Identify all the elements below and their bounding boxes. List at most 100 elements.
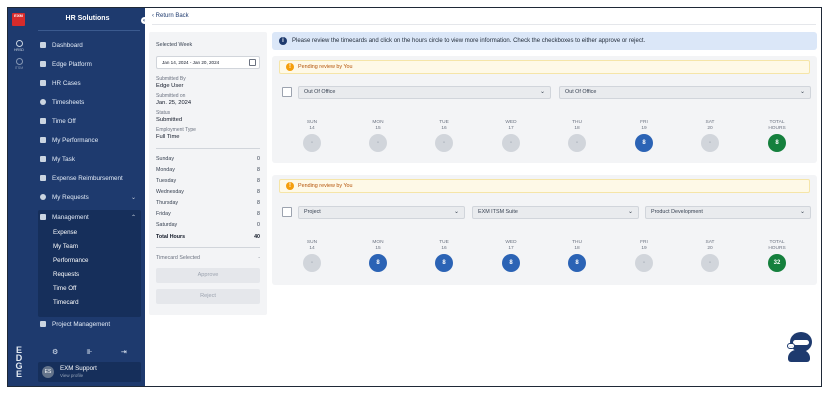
timecard-row-project: ! Pending review by You Project ⌄ EXM ITS… xyxy=(272,175,817,285)
sidebar-item-expense-reimbursement[interactable]: Expense Reimbursement xyxy=(40,172,140,184)
submenu-my-team[interactable]: My Team xyxy=(53,243,78,250)
day-cell-sun: SUN 14 - xyxy=(292,120,332,152)
return-back-link[interactable]: ‹ Return Back xyxy=(152,13,189,19)
hours-circle[interactable]: 8 xyxy=(635,134,653,152)
rail-item-hrsd[interactable]: HRSD xyxy=(8,40,30,52)
day-row-sunday: Sunday 0 xyxy=(156,156,260,162)
day-cell-sat: SAT 20 - xyxy=(690,120,730,152)
chatbot-assistant-icon[interactable]: … xyxy=(787,332,813,364)
hours-circle[interactable]: - xyxy=(635,254,653,272)
day-cell-tue: TUE 16 8 xyxy=(424,240,464,272)
app-rail: EXM HRSD ITSM EDGE xyxy=(8,8,30,386)
view-profile-link[interactable]: View profile xyxy=(60,373,83,378)
pending-review-banner: ! Pending review by You xyxy=(279,60,810,74)
document-icon xyxy=(40,61,46,67)
hrsd-icon xyxy=(15,40,23,47)
receipt-icon xyxy=(40,175,46,181)
reject-button[interactable]: Reject xyxy=(156,289,260,304)
submenu-expense[interactable]: Expense xyxy=(53,229,77,236)
exm-logo: EXM xyxy=(12,13,25,26)
chevron-down-icon: ⌄ xyxy=(130,194,136,201)
day-row-thursday: Thursday 8 xyxy=(156,200,260,206)
sidebar-item-time-off[interactable]: Time Off xyxy=(40,115,140,127)
chevron-down-icon: ⌄ xyxy=(799,89,805,95)
hours-circle[interactable]: 8 xyxy=(568,254,586,272)
task-select[interactable]: Product Development ⌄ xyxy=(645,206,811,219)
approve-button[interactable]: Approve xyxy=(156,268,260,283)
total-hours-circle[interactable]: 8 xyxy=(768,134,786,152)
warning-icon: ! xyxy=(286,63,294,71)
total-hours-circle[interactable]: 32 xyxy=(768,254,786,272)
week-picker[interactable]: Jan 14, 2024 - Jan 20, 2024 xyxy=(156,56,260,69)
total-hours-cell: TOTAL HOURS 32 xyxy=(757,240,797,272)
user-profile[interactable]: ES EXM Support View profile xyxy=(38,362,141,382)
row-checkbox[interactable] xyxy=(282,87,292,97)
day-cell-fri: FRI 19 8 xyxy=(624,120,664,152)
logout-icon[interactable]: ⇥ xyxy=(111,348,136,356)
status-label: Status xyxy=(156,110,171,116)
chevron-down-icon: ⌄ xyxy=(539,89,545,95)
day-cell-wed: WED 17 8 xyxy=(491,240,531,272)
hours-circle[interactable]: - xyxy=(701,254,719,272)
sidebar-divider xyxy=(38,30,140,31)
hours-circle[interactable]: - xyxy=(701,134,719,152)
day-cell-mon: MON 15 8 xyxy=(358,240,398,272)
submenu-time-off[interactable]: Time Off xyxy=(53,285,76,292)
type-select[interactable]: Out Of Office ⌄ xyxy=(559,86,811,99)
row-checkbox[interactable] xyxy=(282,207,292,217)
divider xyxy=(156,148,260,149)
category-select[interactable]: Out Of Office ⌄ xyxy=(298,86,551,99)
day-cell-sat: SAT 20 - xyxy=(690,240,730,272)
org-chart-icon[interactable]: ⊪ xyxy=(77,348,102,356)
timecard-selected-row: Timecard Selected - xyxy=(156,255,260,261)
submenu-performance[interactable]: Performance xyxy=(53,257,88,264)
settings-gear-icon[interactable]: ⚙ xyxy=(43,348,68,356)
sidebar-item-timesheets[interactable]: Timesheets xyxy=(40,96,140,108)
day-cell-mon: MON 15 - xyxy=(358,120,398,152)
hours-circle[interactable]: - xyxy=(568,134,586,152)
hours-circle[interactable]: - xyxy=(369,134,387,152)
sidebar-item-hr-cases[interactable]: HR Cases xyxy=(40,77,140,89)
header-divider xyxy=(152,24,816,25)
edge-brand-logo: EDGE xyxy=(15,345,23,379)
day-cell-sun: SUN 14 - xyxy=(292,240,332,272)
main-content: ‹ Return Back Selected Week Jan 14, 2024… xyxy=(145,8,821,386)
chevron-down-icon: ⌄ xyxy=(453,209,459,215)
day-row-monday: Monday 8 xyxy=(156,167,260,173)
day-cell-thu: THU 18 - xyxy=(557,120,597,152)
sidebar-item-dashboard[interactable]: Dashboard xyxy=(40,39,140,51)
hours-circle[interactable]: - xyxy=(435,134,453,152)
project-select[interactable]: EXM ITSM Suite ⌄ xyxy=(472,206,639,219)
submenu-requests[interactable]: Requests xyxy=(53,271,79,278)
hours-circle[interactable]: 8 xyxy=(369,254,387,272)
day-cell-thu: THU 18 8 xyxy=(557,240,597,272)
sidebar-item-my-task[interactable]: My Task xyxy=(40,153,140,165)
requests-icon xyxy=(40,194,46,200)
category-select[interactable]: Project ⌄ xyxy=(298,206,465,219)
rail-item-itsm[interactable]: ITSM xyxy=(8,58,30,70)
submenu-timecard[interactable]: Timecard xyxy=(53,299,79,306)
day-row-tuesday: Tuesday 8 xyxy=(156,178,260,184)
sidebar-title: HR Solutions xyxy=(65,15,110,22)
sidebar-item-edge-platform[interactable]: Edge Platform xyxy=(40,58,140,70)
sidebar-item-my-requests[interactable]: My Requests ⌄ xyxy=(40,191,140,203)
hours-circle[interactable]: - xyxy=(303,254,321,272)
sidebar-item-management[interactable]: Management ⌃ xyxy=(40,211,140,223)
warning-icon: ! xyxy=(286,182,294,190)
sidebar-item-my-performance[interactable]: My Performance xyxy=(40,134,140,146)
chevron-down-icon: ⌄ xyxy=(799,209,805,215)
hours-circle[interactable]: 8 xyxy=(435,254,453,272)
status-value: Submitted xyxy=(156,117,183,123)
sidebar-item-project-management[interactable]: Project Management xyxy=(40,318,140,330)
grid-icon xyxy=(40,42,46,48)
hours-circle[interactable]: 8 xyxy=(502,254,520,272)
hours-circle[interactable]: - xyxy=(502,134,520,152)
selected-week-label: Selected Week xyxy=(156,42,193,48)
chevron-down-icon: ⌄ xyxy=(627,209,633,215)
submitted-on-label: Submitted on xyxy=(156,93,186,99)
submitted-on-value: Jan. 25, 2024 xyxy=(156,100,192,106)
app-window: EXM HRSD ITSM EDGE HR Solutions « Dashbo… xyxy=(7,7,822,387)
employment-type-label: Employment Type xyxy=(156,127,196,133)
hours-circle[interactable]: - xyxy=(303,134,321,152)
submitted-by-value: Edge User xyxy=(156,83,184,89)
